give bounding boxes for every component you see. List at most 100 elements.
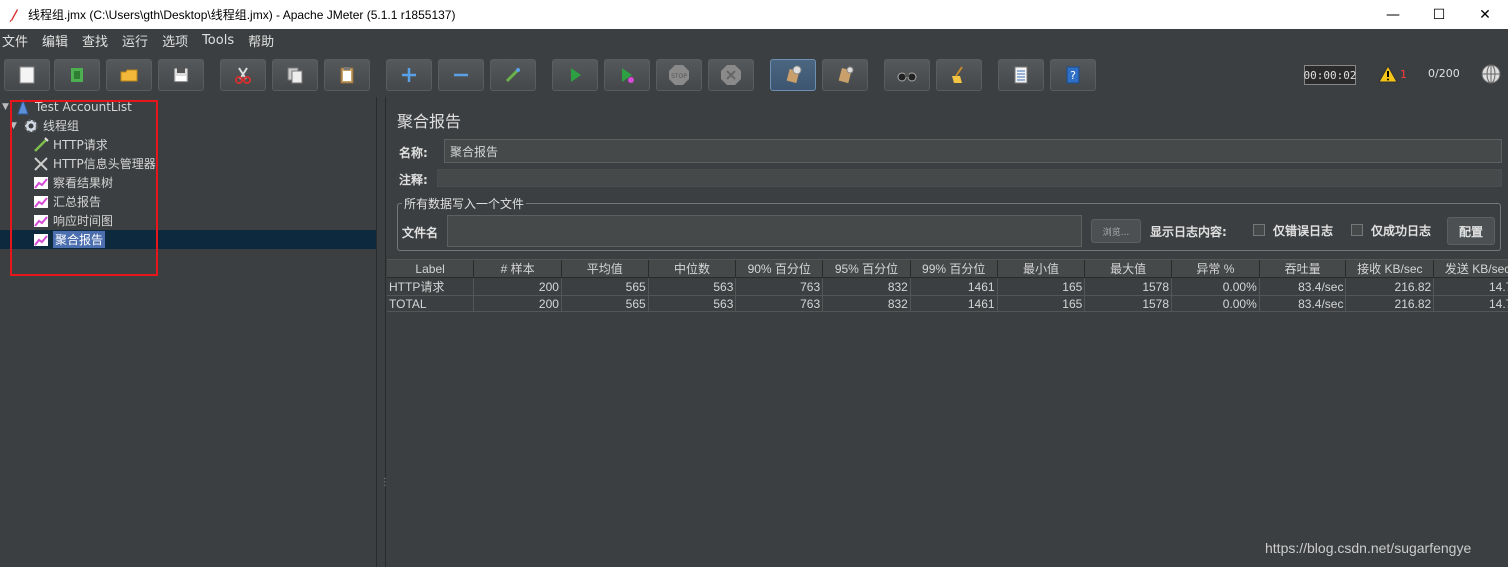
table-cell: 832 <box>822 295 911 312</box>
results-table-container: Label # 样本 平均值 中位数 90% 百分位 95% 百分位 99% 百… <box>387 259 1508 567</box>
column-header[interactable]: 最小值 <box>997 260 1086 278</box>
table-cell: TOTAL <box>387 295 475 312</box>
copy-icon <box>287 67 303 84</box>
collapse-toggle-icon[interactable]: ▼ <box>2 102 12 112</box>
active-threads: 0/200 <box>1428 67 1460 80</box>
menu-options[interactable]: 选项 <box>162 31 188 50</box>
tree-item-header-manager[interactable]: HTTP信息头管理器 <box>32 154 156 173</box>
comment-field[interactable] <box>437 169 1502 187</box>
column-header[interactable]: 吞吐量 <box>1259 260 1347 278</box>
column-header[interactable]: 90% 百分位 <box>735 260 824 278</box>
aggregate-report-panel: 聚合报告 名称: 聚合报告 注释: 所有数据写入一个文件 文件名 浏览... 显… <box>387 97 1508 567</box>
play-icon <box>571 68 581 82</box>
menu-bar: 文件 编辑 查找 运行 选项 Tools 帮助 <box>0 29 1508 51</box>
play-no-pause-icon <box>622 68 634 83</box>
templates-icon <box>71 68 83 82</box>
help-button[interactable]: ? <box>1050 59 1096 91</box>
tree-item-aggregate-report[interactable]: 聚合报告 <box>0 230 376 249</box>
close-button[interactable]: ✕ <box>1462 0 1508 29</box>
table-cell: 563 <box>648 277 737 296</box>
collapse-all-button[interactable] <box>438 59 484 91</box>
tree-item-thread-group[interactable]: ▼ 线程组 <box>10 116 79 135</box>
tree-item-label: 汇总报告 <box>53 195 102 209</box>
menu-help[interactable]: 帮助 <box>248 31 274 50</box>
warning-count: 1 <box>1400 67 1407 81</box>
paste-button[interactable] <box>324 59 370 91</box>
tree-item-view-results-tree[interactable]: 察看结果树 <box>32 173 113 192</box>
table-row[interactable]: HTTP请求 200 565 563 763 832 1461 165 1578… <box>387 277 1508 296</box>
success-only-checkbox[interactable] <box>1351 224 1363 236</box>
name-field[interactable]: 聚合报告 <box>444 139 1502 163</box>
help-icon: ? <box>1066 66 1080 84</box>
column-header[interactable]: 平均值 <box>561 260 649 278</box>
start-button[interactable] <box>552 59 598 91</box>
http-request-icon <box>32 136 50 154</box>
paste-icon <box>340 67 354 84</box>
table-cell: 763 <box>735 277 824 296</box>
tree-item-label: HTTP请求 <box>53 138 108 152</box>
tree-item-summary-report[interactable]: 汇总报告 <box>32 192 101 211</box>
reset-search-button[interactable] <box>936 59 982 91</box>
elapsed-timer: 00:00:02 <box>1304 65 1357 85</box>
wand-icon <box>505 68 520 83</box>
column-header[interactable]: 99% 百分位 <box>910 260 998 278</box>
menu-tools[interactable]: Tools <box>202 33 234 48</box>
table-row[interactable]: TOTAL 200 565 563 763 832 1461 165 1578 … <box>387 295 1508 312</box>
copy-button[interactable] <box>272 59 318 91</box>
tree-item-test-plan[interactable]: ▼ Test AccountList <box>2 97 132 116</box>
tree-item-http-request[interactable]: HTTP请求 <box>32 135 108 154</box>
start-no-pauses-button[interactable] <box>604 59 650 91</box>
expand-all-button[interactable] <box>386 59 432 91</box>
error-indicator[interactable]: 1 <box>1378 65 1407 83</box>
tree-item-response-time-graph[interactable]: 响应时间图 <box>32 211 113 230</box>
function-helper-button[interactable] <box>998 59 1044 91</box>
clear-all-button[interactable] <box>822 59 868 91</box>
listener-chart-icon <box>32 212 50 230</box>
list-icon <box>1014 66 1028 84</box>
search-button[interactable] <box>884 59 930 91</box>
column-header[interactable]: 中位数 <box>648 260 737 278</box>
table-cell: HTTP请求 <box>387 277 475 296</box>
table-cell: 216.82 <box>1345 295 1435 312</box>
broom-icon <box>952 66 963 83</box>
success-only-label: 仅成功日志 <box>1371 224 1432 238</box>
open-button[interactable] <box>106 59 152 91</box>
table-cell: 216.82 <box>1345 277 1435 296</box>
plus-icon <box>402 68 416 82</box>
stop-button[interactable]: STOP <box>656 59 702 91</box>
column-header[interactable]: 最大值 <box>1084 260 1173 278</box>
column-header[interactable]: 接收 KB/sec <box>1345 260 1435 278</box>
new-button[interactable] <box>4 59 50 91</box>
column-header[interactable]: 发送 KB/sec <box>1433 260 1508 278</box>
listener-chart-icon <box>32 193 50 211</box>
configure-button[interactable]: 配置 <box>1447 217 1495 245</box>
menu-run[interactable]: 运行 <box>122 31 148 50</box>
maximize-button[interactable]: ☐ <box>1416 0 1462 29</box>
remote-globe-icon[interactable] <box>1480 63 1502 85</box>
tree-item-label: 线程组 <box>43 119 80 133</box>
column-header[interactable]: 异常 % <box>1171 260 1260 278</box>
browse-button[interactable]: 浏览... <box>1091 219 1141 243</box>
toggle-button[interactable] <box>490 59 536 91</box>
templates-button[interactable] <box>54 59 100 91</box>
column-header[interactable]: Label <box>387 260 475 278</box>
toolbar: STOP ? 00:00:02 1 0/200 <box>0 51 1508 97</box>
save-button[interactable] <box>158 59 204 91</box>
column-header[interactable]: 95% 百分位 <box>822 260 911 278</box>
minimize-button[interactable]: — <box>1370 0 1416 29</box>
test-plan-icon <box>14 98 32 116</box>
cut-button[interactable] <box>220 59 266 91</box>
column-header[interactable]: # 样本 <box>473 260 562 278</box>
window-controls: — ☐ ✕ <box>1370 0 1508 29</box>
panel-splitter[interactable]: ⋮ <box>376 97 390 567</box>
table-cell: 200 <box>473 277 562 296</box>
menu-search[interactable]: 查找 <box>82 31 108 50</box>
filename-input[interactable] <box>447 215 1082 247</box>
menu-edit[interactable]: 编辑 <box>42 31 68 50</box>
collapse-toggle-icon[interactable]: ▼ <box>10 121 20 131</box>
clear-button[interactable] <box>770 59 816 91</box>
shutdown-button[interactable] <box>708 59 754 91</box>
listener-chart-icon <box>32 231 50 249</box>
menu-file[interactable]: 文件 <box>2 31 28 50</box>
errors-only-checkbox[interactable] <box>1253 224 1265 236</box>
